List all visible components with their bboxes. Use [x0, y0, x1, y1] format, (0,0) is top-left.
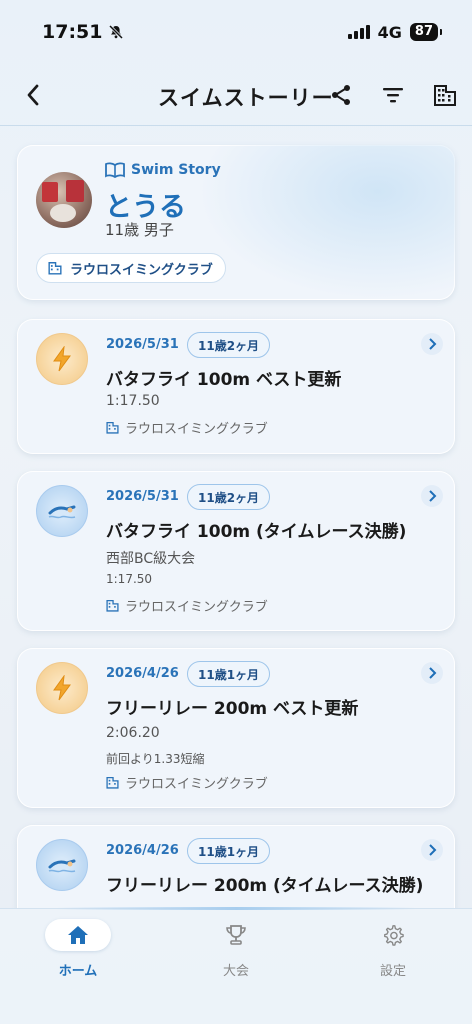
age-chip: 11歳1ヶ月 — [187, 838, 271, 864]
lightning-icon — [53, 346, 71, 372]
building-icon — [106, 599, 119, 612]
gear-icon — [384, 925, 404, 946]
event-title: バタフライ 100m (タイムレース決勝) — [106, 522, 407, 542]
event-card[interactable]: 2026/5/31 11歳2ヶ月 バタフライ 100m (タイムレース決勝) 西… — [17, 471, 455, 631]
status-indicators: 4G 87 — [347, 22, 443, 42]
event-title: バタフライ 100m ベスト更新 — [106, 370, 342, 390]
event-club: ラウロスイミングクラブ — [106, 418, 268, 437]
avatar — [36, 172, 92, 228]
event-card[interactable]: 2026/4/26 11歳1ヶ月 フリーリレー 200m ベスト更新 2:06.… — [17, 648, 455, 808]
best-record-badge — [36, 662, 88, 714]
building-icon — [48, 262, 62, 275]
nav-meets[interactable]: 大会 — [181, 919, 291, 979]
event-detail-button[interactable] — [421, 333, 443, 355]
event-title: フリーリレー 200m (タイムレース決勝) — [106, 876, 424, 896]
nav-home[interactable]: ホーム — [23, 919, 133, 979]
club-chip[interactable]: ラウロスイミングクラブ — [36, 253, 226, 283]
event-date: 2026/5/31 — [106, 489, 179, 504]
event-card[interactable]: 2026/5/31 11歳2ヶ月 バタフライ 100m ベスト更新 1:17.5… — [17, 319, 455, 454]
status-bar: 17:51 4G 87 — [0, 0, 472, 64]
age-chip: 11歳1ヶ月 — [187, 661, 271, 687]
event-detail-button[interactable] — [421, 662, 443, 684]
club-chip-label: ラウロスイミングクラブ — [70, 262, 213, 278]
swim-story-text: Swim Story — [131, 162, 221, 178]
event-improvement: 前回より1.33短縮 — [106, 752, 205, 766]
status-time-group: 17:51 — [42, 21, 124, 43]
event-time: 1:17.50 — [106, 572, 153, 586]
event-club-label: ラウロスイミングクラブ — [125, 777, 268, 792]
nav-meets-label: 大会 — [222, 964, 249, 979]
app-header: スイムストーリー — [0, 64, 472, 126]
chevron-right-icon — [429, 338, 437, 350]
event-card[interactable]: 2026/4/26 11歳1ヶ月 フリーリレー 200m (タイムレース決勝) — [17, 825, 455, 908]
book-icon — [105, 162, 125, 178]
chevron-right-icon — [429, 844, 437, 856]
age-chip: 11歳2ヶ月 — [187, 332, 271, 358]
profile-decor — [197, 145, 455, 300]
event-club-label: ラウロスイミングクラブ — [125, 600, 268, 615]
swimmer-icon — [48, 859, 76, 873]
club-button[interactable] — [430, 80, 460, 110]
event-detail-button[interactable] — [421, 485, 443, 507]
building-icon — [434, 85, 456, 106]
event-club-label: ラウロスイミングクラブ — [125, 422, 268, 437]
nav-settings-pill — [360, 919, 426, 951]
profile-card: Swim Story とうる 11歳 男子 ラウロスイミングクラブ — [17, 145, 455, 300]
page-title: スイムストーリー — [158, 86, 334, 110]
chevron-left-icon — [27, 84, 39, 106]
event-date: 2026/5/31 — [106, 337, 179, 352]
event-time: 2:06.20 — [106, 725, 160, 741]
bell-muted-icon — [109, 24, 124, 40]
trophy-icon — [226, 925, 246, 945]
age-chip: 11歳2ヶ月 — [187, 484, 271, 510]
event-time: 1:17.50 — [106, 393, 160, 409]
swim-story-label: Swim Story — [105, 162, 221, 178]
chevron-right-icon — [429, 490, 437, 502]
building-icon — [106, 776, 119, 789]
event-club: ラウロスイミングクラブ — [106, 596, 268, 615]
building-icon — [106, 421, 119, 434]
nav-home-label: ホーム — [58, 964, 98, 979]
race-badge — [36, 485, 88, 537]
best-record-badge — [36, 333, 88, 385]
profile-age-gender: 11歳 男子 — [105, 221, 174, 239]
lightning-icon — [53, 675, 71, 701]
nav-settings[interactable]: 設定 — [338, 919, 448, 979]
event-title: フリーリレー 200m ベスト更新 — [106, 699, 359, 719]
bottom-nav: ホーム 大会 設定 — [0, 907, 472, 1024]
nav-settings-label: 設定 — [379, 964, 406, 979]
share-icon — [332, 85, 350, 105]
filter-button[interactable] — [378, 80, 408, 110]
nav-meets-pill — [203, 919, 269, 951]
back-button[interactable] — [18, 78, 48, 112]
race-badge — [36, 839, 88, 891]
status-time: 17:51 — [42, 21, 103, 43]
share-button[interactable] — [326, 80, 356, 110]
nav-home-pill — [45, 919, 111, 951]
story-feed[interactable]: Swim Story とうる 11歳 男子 ラウロスイミングクラブ 2026/5… — [0, 130, 472, 908]
chevron-right-icon — [429, 667, 437, 679]
event-date: 2026/4/26 — [106, 843, 179, 858]
event-detail-button[interactable] — [421, 839, 443, 861]
event-date: 2026/4/26 — [106, 666, 179, 681]
signal-icon — [347, 25, 370, 39]
event-club: ラウロスイミングクラブ — [106, 773, 268, 792]
home-icon — [68, 926, 88, 944]
network-type: 4G — [377, 22, 402, 42]
swimmer-icon — [48, 505, 76, 519]
battery-icon: 87 — [409, 23, 443, 41]
filter-icon — [383, 88, 403, 103]
event-meet-name: 西部BC級大会 — [106, 551, 196, 567]
